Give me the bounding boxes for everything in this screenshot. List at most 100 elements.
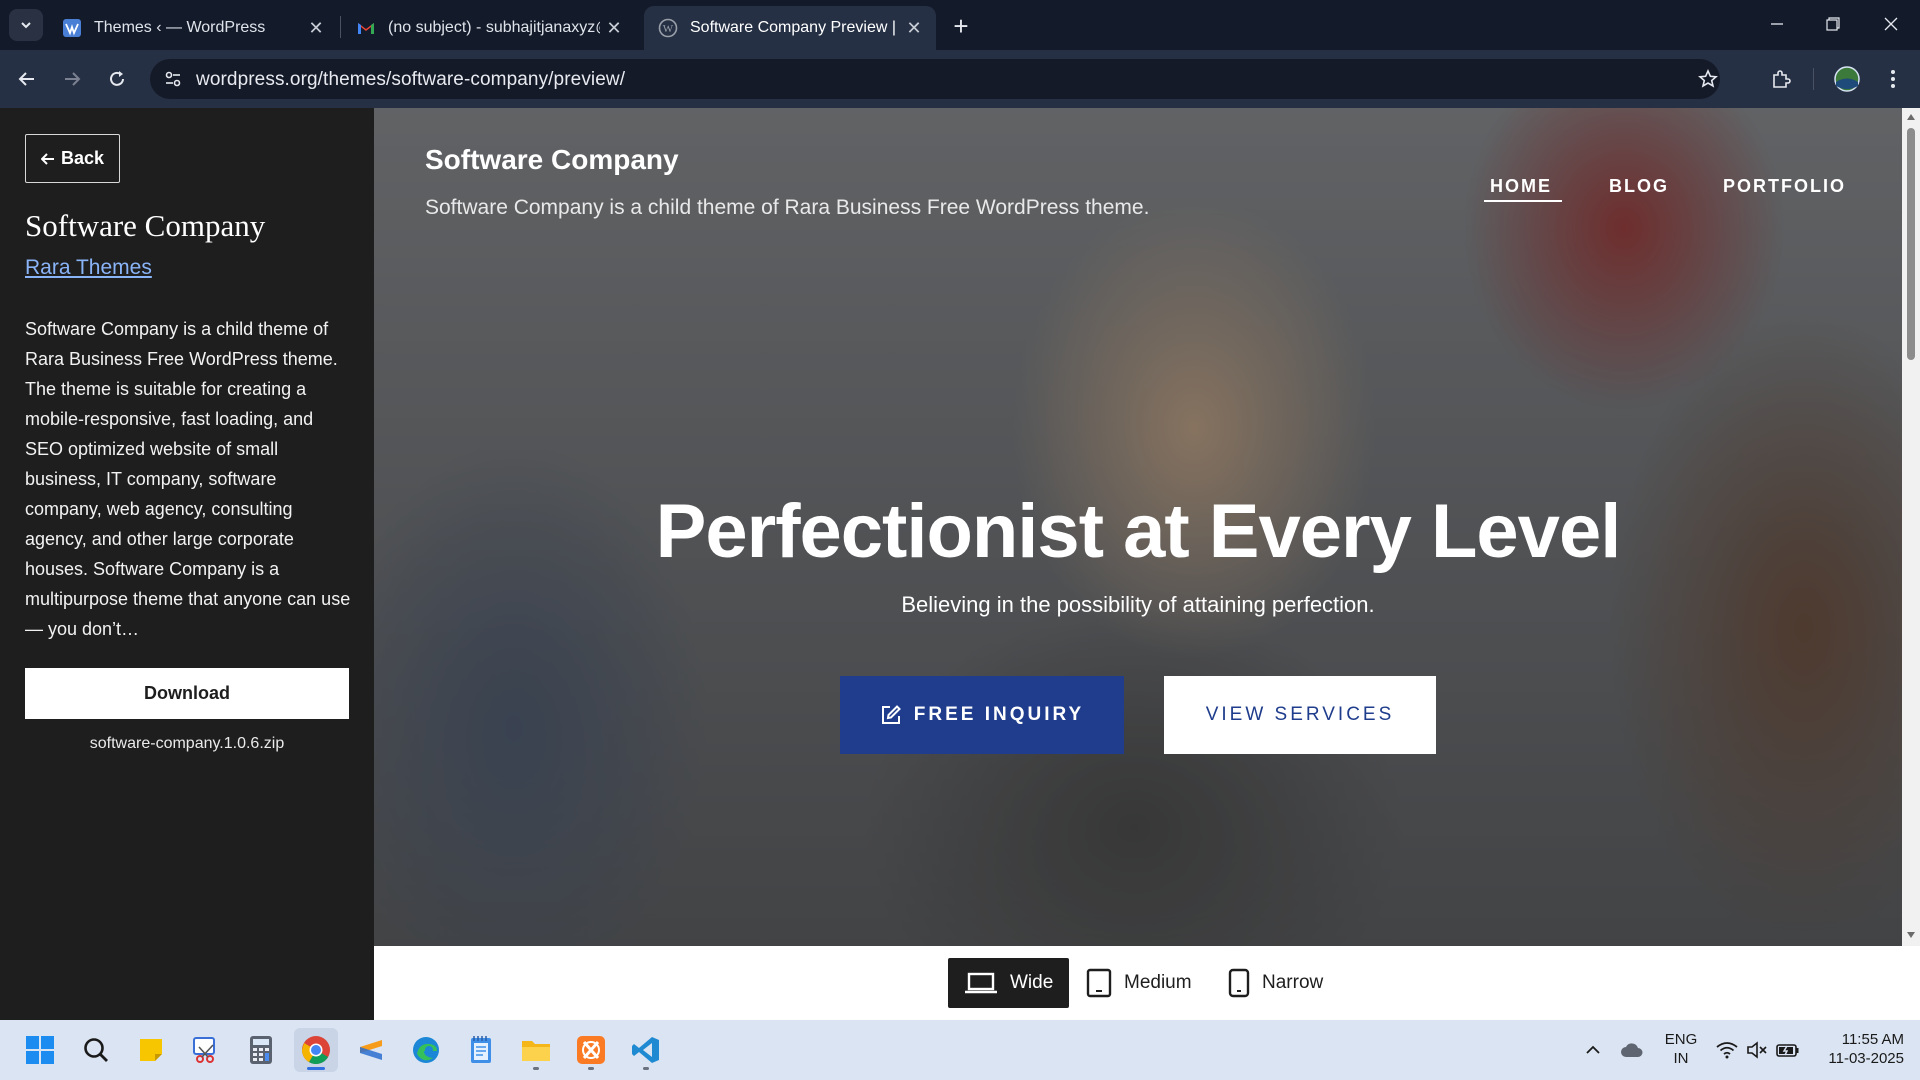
arrow-left-icon (40, 152, 54, 165)
nav-home[interactable]: HOME (1490, 176, 1552, 197)
windows-taskbar: ENG IN 11:55 AM 11-03-2025 (0, 1020, 1920, 1080)
scroll-down-icon[interactable] (1906, 930, 1916, 940)
free-inquiry-label: FREE INQUIRY (913, 704, 1085, 725)
site-title[interactable]: Software Company (425, 144, 679, 176)
extensions-button[interactable] (1764, 62, 1798, 96)
chrome-app[interactable] (294, 1028, 338, 1072)
cloud-icon (1621, 1043, 1643, 1057)
device-narrow-button[interactable]: Narrow (1212, 958, 1339, 1008)
xampp-icon (577, 1036, 605, 1064)
device-narrow-label: Narrow (1262, 972, 1324, 993)
calculator-app[interactable] (239, 1028, 283, 1072)
notepad-icon (471, 1036, 491, 1063)
scroll-up-icon[interactable] (1906, 112, 1916, 122)
close-tab-icon[interactable]: ✕ (900, 14, 928, 42)
minimize-button[interactable] (1754, 6, 1800, 42)
wordpress-icon: W (658, 18, 678, 38)
close-tab-icon[interactable]: ✕ (600, 14, 628, 42)
wifi-icon (1716, 1042, 1738, 1059)
running-indicator (307, 1067, 325, 1070)
tab-gmail[interactable]: (no subject) - subhajitjanaxyz@ ✕ (342, 6, 636, 50)
taskbar-search-button[interactable] (74, 1028, 118, 1072)
download-button[interactable]: Download (25, 668, 349, 719)
file-explorer-app[interactable] (514, 1028, 558, 1072)
back-button[interactable]: Back (25, 134, 120, 183)
start-icon (26, 1036, 54, 1064)
volume-button[interactable] (1744, 1020, 1770, 1080)
tab-search-button[interactable] (9, 9, 43, 41)
theme-author-link[interactable]: Rara Themes (25, 256, 152, 280)
battery-charging-icon (1776, 1044, 1799, 1057)
scrollbar-thumb[interactable] (1907, 128, 1915, 360)
restore-button[interactable] (1810, 6, 1856, 42)
chevron-up-icon (1586, 1045, 1600, 1054)
preview-scrollbar[interactable] (1902, 108, 1920, 946)
snipping-tool-icon (193, 1037, 215, 1063)
device-wide-button[interactable]: Wide (948, 958, 1070, 1008)
snipping-tool-app[interactable] (184, 1028, 228, 1072)
browser-menu-button[interactable] (1876, 62, 1910, 96)
close-window-button[interactable] (1868, 6, 1914, 42)
theme-name: Software Company (25, 208, 266, 243)
search-icon (84, 1038, 108, 1062)
device-wide-label: Wide (1010, 972, 1054, 993)
forward-nav-button[interactable] (55, 62, 89, 96)
chrome-icon (302, 1036, 330, 1064)
sublime-icon (360, 1040, 382, 1060)
avatar (1834, 66, 1860, 92)
vscode-app[interactable] (624, 1028, 668, 1072)
nav-blog[interactable]: BLOG (1609, 176, 1669, 197)
back-nav-button[interactable] (10, 62, 44, 96)
battery-button[interactable] (1774, 1020, 1802, 1080)
edit-icon (881, 705, 901, 724)
more-vertical-icon (1891, 70, 1895, 88)
bookmark-star-icon[interactable] (1698, 69, 1718, 89)
theme-info-panel: Back Software Company Rara Themes Softwa… (0, 108, 374, 1020)
minimize-icon (1771, 23, 1783, 25)
theme-description: Software Company is a child theme of Rar… (25, 319, 351, 639)
view-services-button[interactable]: VIEW SERVICES (1164, 676, 1436, 754)
tablet-icon (1086, 968, 1112, 998)
volume-muted-icon (1747, 1041, 1767, 1059)
restore-icon (1826, 17, 1840, 31)
tab-themes-wordpress[interactable]: Themes ‹ — WordPress ✕ (48, 6, 338, 50)
wordpress-admin-icon (63, 19, 81, 37)
network-button[interactable] (1714, 1020, 1740, 1080)
site-info-icon[interactable] (164, 70, 182, 88)
close-tab-icon[interactable]: ✕ (302, 14, 330, 42)
start-button[interactable] (18, 1028, 62, 1072)
address-bar[interactable]: wordpress.org/themes/software-company/pr… (150, 59, 1720, 99)
sticky-notes-app[interactable] (129, 1028, 173, 1072)
reload-button[interactable] (100, 62, 134, 96)
arrow-right-icon (65, 72, 81, 86)
reload-icon (110, 71, 124, 86)
free-inquiry-button[interactable]: FREE INQUIRY (840, 676, 1124, 754)
onedrive-button[interactable] (1618, 1020, 1646, 1080)
puzzle-icon (1773, 70, 1791, 88)
sublime-app[interactable] (349, 1028, 393, 1072)
xampp-app[interactable] (569, 1028, 613, 1072)
device-preview-switcher: Wide Medium Narrow (374, 946, 1920, 1020)
tab-software-company-preview[interactable]: W Software Company Preview | W ✕ (644, 6, 936, 50)
sticky-notes-icon (140, 1039, 162, 1061)
show-hidden-icons-button[interactable] (1580, 1020, 1606, 1080)
tab-title: (no subject) - subhajitjanaxyz@ (388, 19, 600, 36)
back-label: Back (60, 148, 105, 168)
language-code: ENG (1664, 1031, 1698, 1048)
nav-active-underline (1484, 200, 1562, 202)
url-text: wordpress.org/themes/software-company/pr… (196, 69, 626, 90)
system-clock[interactable]: 11:55 AM 11-03-2025 (1808, 1030, 1904, 1068)
new-tab-button[interactable]: + (945, 10, 977, 42)
zip-file-name: software-company.1.0.6.zip (89, 735, 285, 752)
input-language-button[interactable]: ENG IN (1660, 1030, 1702, 1068)
vscode-icon (632, 1037, 659, 1063)
toolbar-divider (1813, 68, 1814, 90)
tab-title: Software Company Preview | W (690, 19, 900, 36)
device-medium-button[interactable]: Medium (1070, 958, 1208, 1008)
notepad-app[interactable] (459, 1028, 503, 1072)
edge-app[interactable] (404, 1028, 448, 1072)
laptop-icon (965, 972, 997, 994)
profile-button[interactable] (1830, 62, 1864, 96)
nav-portfolio[interactable]: PORTFOLIO (1723, 176, 1846, 197)
gmail-icon (358, 23, 374, 34)
